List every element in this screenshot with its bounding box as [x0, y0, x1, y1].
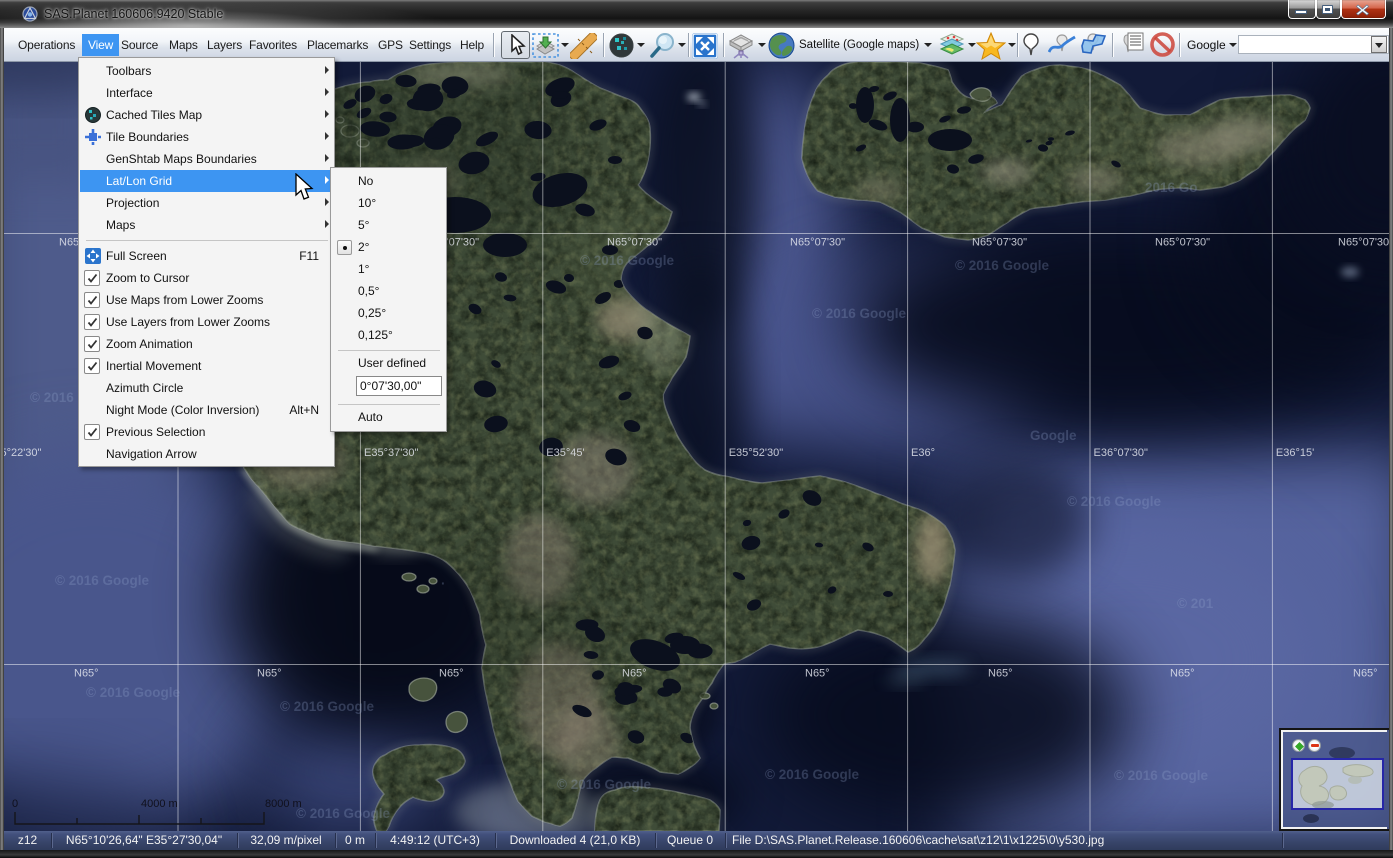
svg-text:N65°07'30": N65°07'30" — [1338, 237, 1393, 249]
svg-text:E35°37'30": E35°37'30" — [364, 447, 419, 459]
svg-text:E36°: E36° — [911, 447, 935, 459]
svg-text:N65°: N65° — [805, 668, 830, 680]
svg-text:© 2016 Google: © 2016 Google — [1067, 494, 1161, 509]
svg-text:8000 m: 8000 m — [265, 798, 302, 810]
svg-text:© 2016 Google: © 2016 Google — [1114, 768, 1208, 783]
svg-text:© 2016 Google: © 2016 Google — [557, 777, 651, 792]
svg-text:E35°45': E35°45' — [546, 447, 584, 459]
svg-text:E35°52'30": E35°52'30" — [729, 447, 784, 459]
svg-text:© 2016 Google: © 2016 Google — [86, 685, 180, 700]
svg-text:N65°: N65° — [74, 668, 99, 680]
svg-text:© 2016 Google: © 2016 Google — [580, 253, 674, 268]
svg-text:Google: Google — [1030, 428, 1077, 443]
svg-text:© 201: © 201 — [1177, 596, 1214, 611]
svg-text:·: · — [441, 576, 446, 591]
svg-text:N65°07'30": N65°07'30" — [790, 237, 845, 249]
svg-text:N65°07'30": N65°07'30" — [1155, 237, 1210, 249]
svg-text:E35°22'30": E35°22'30" — [0, 447, 42, 459]
svg-text:N65°: N65° — [988, 668, 1013, 680]
svg-text:© 2016 Google: © 2016 Google — [955, 258, 1049, 273]
svg-text:N65°07'30": N65°07'30" — [607, 237, 662, 249]
svg-text:N65°: N65° — [1353, 668, 1378, 680]
svg-text:4000 m: 4000 m — [141, 798, 178, 810]
svg-text:N65°: N65° — [439, 668, 464, 680]
svg-text:© 2016 Google: © 2016 Google — [812, 306, 906, 321]
svg-text:© 2016 Google: © 2016 Google — [280, 699, 374, 714]
svg-text:© 2016 Google: © 2016 Google — [55, 573, 149, 588]
svg-text:N65°: N65° — [1170, 668, 1195, 680]
svg-text:N65°: N65° — [257, 668, 282, 680]
svg-text:N65°: N65° — [622, 668, 647, 680]
svg-text:© 2016 Google: © 2016 Google — [765, 767, 859, 782]
svg-text:2016 Go: 2016 Go — [1145, 180, 1198, 195]
svg-text:© 2016 Google: © 2016 Google — [296, 806, 390, 821]
svg-text:E36°07'30": E36°07'30" — [1094, 447, 1149, 459]
svg-text:E36°15': E36°15' — [1276, 447, 1314, 459]
svg-text:N65°07'30": N65°07'30" — [972, 237, 1027, 249]
svg-text:0: 0 — [12, 798, 18, 810]
